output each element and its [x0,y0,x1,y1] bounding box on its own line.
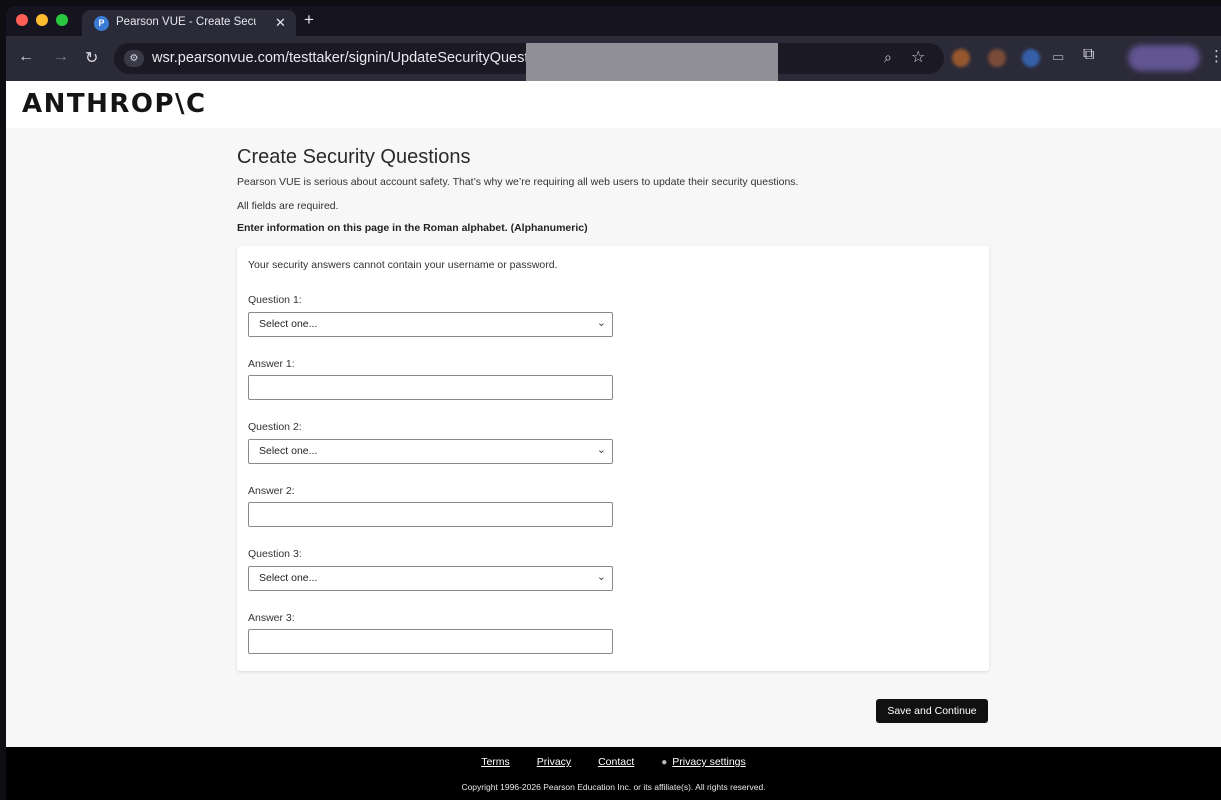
question-3-value: Select one... [259,572,318,584]
forward-arrow-icon[interactable]: → [53,48,69,66]
answer-2-input[interactable] [248,502,613,527]
question-3-label: Question 3: [248,548,302,560]
url-text[interactable]: wsr.pearsonvue.com/testtaker/signin/Upda… [152,50,555,66]
bookmark-star-icon[interactable]: ☆ [911,47,925,67]
required-note: All fields are required. [237,200,339,212]
page-title: Create Security Questions [237,146,471,168]
question-2-label: Question 2: [248,421,302,433]
answer-2-label: Answer 2: [248,485,295,497]
tab-strip: P Pearson VUE - Create Securit ✕ + [6,6,1221,36]
question-1-value: Select one... [259,318,318,330]
privacy-settings-link[interactable]: Privacy settings [672,756,746,768]
page-footer: Terms Privacy Contact ● Privacy settings … [6,747,1221,800]
minimize-window-button[interactable] [36,14,48,26]
answer-1-label: Answer 1: [248,358,295,370]
tab-title: Pearson VUE - Create Securit [116,16,256,28]
maximize-window-button[interactable] [56,14,68,26]
brand-header: ANTHROP\C [6,81,1221,128]
intro-text: Pearson VUE is serious about account saf… [237,176,799,188]
question-1-label: Question 1: [248,294,302,306]
active-tab[interactable]: P Pearson VUE - Create Securit ✕ [82,10,296,36]
profile-avatar[interactable] [1128,45,1200,71]
footer-link-terms[interactable]: Terms [481,756,510,768]
cookie-icon: ● [661,757,668,768]
answer-3-input[interactable] [248,629,613,654]
browser-chrome: P Pearson VUE - Create Securit ✕ + ← → ↻… [6,6,1221,90]
zoom-icon[interactable]: ⌕ [884,49,892,66]
answer-3-label: Answer 3: [248,612,295,624]
chevron-down-icon: ⌄ [596,317,606,329]
browser-toolbar: ← → ↻ ⚙ wsr.pearsonvue.com/testtaker/sig… [6,36,1221,90]
extension-icon[interactable] [952,49,970,67]
chevron-down-icon: ⌄ [596,444,606,456]
browser-menu-icon[interactable]: ⋮ [1209,47,1221,65]
browser-window: P Pearson VUE - Create Securit ✕ + ← → ↻… [0,0,1221,800]
copyright-text: Copyright 1996-2026 Pearson Education In… [461,782,766,792]
footer-links: Terms Privacy Contact ● Privacy settings [6,756,1221,768]
new-tab-icon[interactable]: + [304,10,314,30]
pearson-favicon-icon: P [94,16,109,31]
page: ANTHROP\C Create Security Questions Pear… [6,81,1221,800]
extension-icon[interactable] [1022,49,1040,67]
anthropic-logo: ANTHROP\C [22,89,207,119]
page-intro: Create Security Questions Pearson VUE is… [237,146,989,234]
reload-icon[interactable]: ↻ [85,48,98,68]
close-window-button[interactable] [16,14,28,26]
extensions-puzzle-icon[interactable]: ⧉ [1083,46,1094,64]
site-info-icon[interactable]: ⚙ [124,50,144,67]
extension-icon[interactable] [988,49,1006,67]
footer-link-privacy[interactable]: Privacy [537,756,571,768]
save-and-continue-button[interactable]: Save and Continue [876,699,988,723]
security-questions-form: Your security answers cannot contain you… [237,246,989,671]
question-2-value: Select one... [259,445,318,457]
footer-link-contact[interactable]: Contact [598,756,634,768]
address-bar[interactable]: ⚙ wsr.pearsonvue.com/testtaker/signin/Up… [114,43,944,90]
form-note: Your security answers cannot contain you… [248,259,558,271]
alphabet-note: Enter information on this page in the Ro… [237,222,588,234]
answer-1-input[interactable] [248,375,613,400]
close-tab-icon[interactable]: ✕ [275,15,286,31]
question-1-select[interactable]: Select one... ⌄ [248,312,613,337]
back-arrow-icon[interactable]: ← [18,48,34,66]
chevron-down-icon: ⌄ [596,571,606,583]
question-2-select[interactable]: Select one... ⌄ [248,439,613,464]
question-3-select[interactable]: Select one... ⌄ [248,566,613,591]
cast-icon[interactable]: ▭ [1052,49,1064,65]
